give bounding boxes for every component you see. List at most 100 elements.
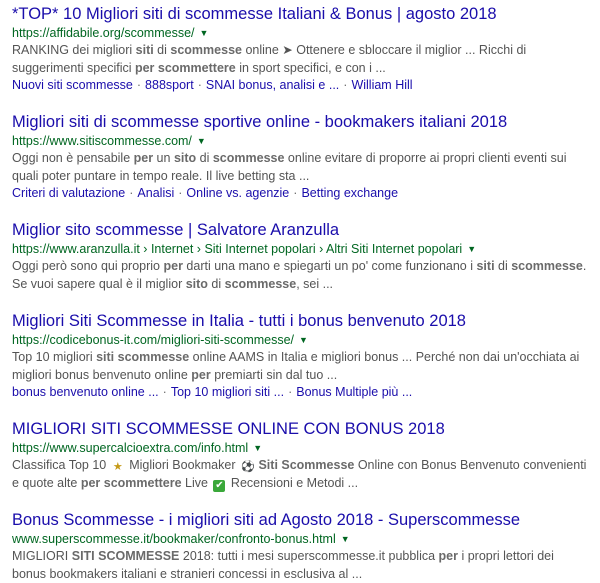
- snippet-text: Top 10 migliori: [12, 350, 97, 364]
- result-url: https://codicebonus-it.com/migliori-siti…: [12, 333, 295, 347]
- snippet-keyword: per: [163, 259, 183, 273]
- snippet-text: i propri lettori dei: [458, 549, 554, 563]
- search-result: *TOP* 10 Migliori siti di scommesse Ital…: [12, 4, 596, 94]
- snippet-text: un: [153, 151, 174, 165]
- snippet-text: Live: [181, 475, 212, 490]
- result-url-line: https://www.sitiscommesse.com/ ▼: [12, 133, 596, 150]
- snippet-keyword: siti: [476, 259, 495, 273]
- sitelink-separator: ·: [288, 385, 293, 399]
- snippet-text: Oggi non è pensabile: [12, 151, 134, 165]
- result-title-link[interactable]: Miglior sito scommesse | Salvatore Aranz…: [12, 220, 596, 241]
- search-results: *TOP* 10 Migliori siti di scommesse Ital…: [0, 0, 596, 583]
- sitelink[interactable]: Online vs. agenzie: [186, 186, 289, 200]
- search-result: Miglior sito scommesse | Salvatore Aranz…: [12, 220, 596, 293]
- snippet-text: suggerimenti specifici: [12, 60, 135, 75]
- sitelink[interactable]: bonus benvenuto online ...: [12, 385, 159, 399]
- result-sitelinks: Nuovi siti scommesse · 888sport · SNAI bonus…: [12, 77, 596, 94]
- dropdown-arrow-icon[interactable]: ▼: [197, 133, 206, 150]
- snippet-text: online ➤ Ottenere e sbloccare il miglior…: [241, 43, 527, 57]
- snippet-text: RANKING dei migliori: [12, 43, 136, 57]
- snippet-keyword: scommesse: [170, 43, 242, 57]
- sitelink[interactable]: Top 10 migliori siti ...: [171, 385, 284, 399]
- result-title-link[interactable]: Migliori siti di scommesse sportive onli…: [12, 112, 596, 133]
- result-title-link[interactable]: Migliori Siti Scommesse in Italia - tutt…: [12, 311, 596, 332]
- result-snippet: Top 10 migliori siti scommesse online AA…: [12, 349, 596, 384]
- sitelink[interactable]: Bonus Multiple più ...: [296, 385, 412, 399]
- result-url: https://www.aranzulla.it › Internet › Si…: [12, 242, 463, 256]
- sitelink-separator: ·: [343, 78, 348, 92]
- snippet-text: Online con Bonus Benvenuto convenienti: [354, 458, 587, 472]
- snippet-text: e quote alte: [12, 475, 81, 490]
- snippet-keyword: per scommettere: [80, 475, 182, 490]
- result-sitelinks: Criteri di valutazione · Analisi · Online vs…: [12, 185, 596, 202]
- snippet-keyword: SITI SCOMMESSE: [71, 549, 180, 563]
- dropdown-arrow-icon[interactable]: ▼: [467, 241, 476, 258]
- dropdown-arrow-icon[interactable]: ▼: [253, 440, 262, 457]
- snippet-text: , sei ...: [296, 276, 334, 291]
- snippet-keyword: scommesse: [212, 151, 285, 165]
- result-snippet: Classifica Top 10 ★ Migliori Bookmaker ⚽…: [12, 457, 596, 492]
- snippet-keyword: per scommettere: [134, 60, 236, 75]
- sitelink[interactable]: SNAI bonus, analisi e ...: [206, 78, 339, 92]
- sitelink-separator: ·: [129, 186, 134, 200]
- snippet-text: 2018: tutti i mesi superscommesse.it pub…: [179, 549, 439, 563]
- snippet-text: MIGLIORI: [12, 549, 72, 563]
- snippet-text: Se vuoi sapere qual è il miglior: [12, 276, 186, 291]
- snippet-text: Classifica Top 10: [12, 458, 110, 472]
- snippet-text: di: [153, 43, 171, 57]
- snippet-keyword: per: [133, 151, 154, 165]
- result-snippet: Oggi però sono qui proprio per darti una…: [12, 258, 596, 293]
- snippet-keyword: per: [191, 367, 211, 382]
- search-result: Migliori Siti Scommesse in Italia - tutt…: [12, 311, 596, 401]
- snippet-text: di: [207, 276, 225, 291]
- snippet-text: online evitare di proporre ai propri cli…: [284, 151, 567, 165]
- snippet-text: Recensioni e Metodi ...: [227, 475, 359, 490]
- sitelink[interactable]: 888sport: [145, 78, 194, 92]
- result-snippet: Oggi non è pensabile per un sito di scom…: [12, 150, 596, 185]
- snippet-text: di: [494, 259, 512, 273]
- snippet-text: quali poter puntare in tempo reale. Il l…: [12, 168, 310, 183]
- sitelink-separator: ·: [136, 78, 142, 92]
- dropdown-arrow-icon[interactable]: ▼: [341, 531, 350, 548]
- snippet-keyword: per: [438, 549, 458, 563]
- result-url: www.superscommesse.it/bookmaker/confront…: [12, 532, 336, 546]
- result-snippet: RANKING dei migliori siti di scommesse o…: [12, 42, 596, 77]
- snippet-text: di: [196, 151, 213, 165]
- snippet-text: online AAMS in Italia e migliori bonus .…: [189, 350, 580, 364]
- result-title-link[interactable]: *TOP* 10 Migliori siti di scommesse Ital…: [12, 4, 596, 25]
- snippet-text: migliori bonus benvenuto online: [12, 367, 192, 382]
- sitelink-separator: ·: [293, 186, 298, 200]
- result-url-line: https://codicebonus-it.com/migliori-siti…: [12, 332, 596, 349]
- snippet-keyword: sito: [173, 151, 197, 165]
- snippet-text: .: [582, 259, 587, 273]
- search-result: Bonus Scommesse - i migliori siti ad Ago…: [12, 510, 596, 583]
- result-url-line: www.superscommesse.it/bookmaker/confront…: [12, 531, 596, 548]
- snippet-text: premiarti sin dal tuo ...: [210, 367, 338, 382]
- sitelink[interactable]: Betting exchange: [301, 186, 398, 200]
- search-result: Migliori siti di scommesse sportive onli…: [12, 112, 596, 202]
- snippet-keyword: siti scommesse: [96, 350, 190, 364]
- ball-icon: ⚽: [240, 461, 255, 473]
- result-url: https://affidabile.org/scommesse/: [12, 26, 195, 40]
- result-url-line: https://www.supercalcioextra.com/info.ht…: [12, 440, 596, 457]
- result-title-link[interactable]: MIGLIORI SITI SCOMMESSE ONLINE CON BONUS…: [12, 419, 596, 440]
- sitelink-separator: ·: [178, 186, 183, 200]
- snippet-text: Oggi però sono qui proprio: [12, 259, 164, 273]
- sitelink[interactable]: Analisi: [137, 186, 174, 200]
- sitelink[interactable]: William Hill: [351, 78, 412, 92]
- snippet-text: in sport specifici, e con i ...: [235, 60, 386, 75]
- result-url: https://www.sitiscommesse.com/: [12, 134, 192, 148]
- result-title-link[interactable]: Bonus Scommesse - i migliori siti ad Ago…: [12, 510, 596, 531]
- check-icon: ✔: [213, 479, 226, 492]
- result-snippet: MIGLIORI SITI SCOMMESSE 2018: tutti i me…: [12, 548, 596, 583]
- result-url: https://www.supercalcioextra.com/info.ht…: [12, 441, 249, 455]
- star-icon: ★: [112, 461, 123, 473]
- dropdown-arrow-icon[interactable]: ▼: [299, 332, 308, 349]
- sitelink[interactable]: Nuovi siti scommesse: [12, 78, 133, 92]
- sitelink[interactable]: Criteri di valutazione: [12, 186, 125, 200]
- snippet-text: darti una mano e spiegarti un po' come f…: [182, 259, 477, 273]
- snippet-keyword: sito: [185, 276, 208, 291]
- sitelink-separator: ·: [197, 78, 202, 92]
- dropdown-arrow-icon[interactable]: ▼: [200, 25, 209, 42]
- snippet-keyword: siti: [135, 43, 154, 57]
